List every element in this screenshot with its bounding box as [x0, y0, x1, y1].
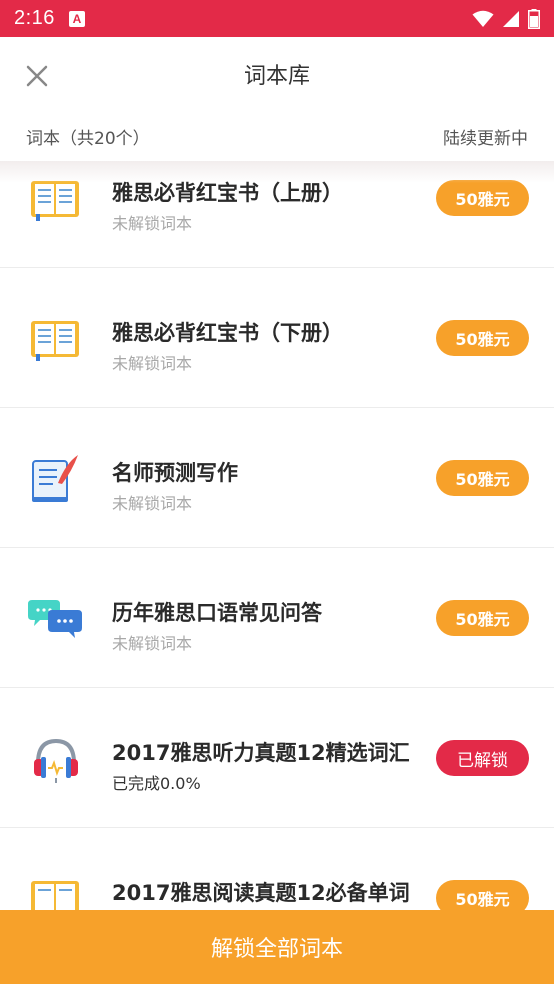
unlock-price-button[interactable]: 50雅元	[436, 320, 529, 356]
wordbook-progress: 已完成0.0%	[112, 774, 201, 793]
wordbook-title: 2017雅思阅读真题12必备单词	[112, 881, 410, 905]
status-icons	[472, 8, 540, 29]
wordbook-count: 词本（共20个）	[26, 128, 150, 149]
wordbook-list-viewport[interactable]: 雅思必背红宝书（上册） 未解锁词本 50雅元 雅思必背红宝书（下册） 未解锁词本…	[0, 161, 554, 910]
book-icon	[31, 181, 79, 221]
wordbook-status: 未解锁词本	[112, 634, 193, 653]
status-bar: 2:16 A	[0, 0, 554, 37]
book-icon	[31, 321, 79, 361]
list-item[interactable]: 名师预测写作 未解锁词本 50雅元	[0, 408, 554, 548]
wordbook-list: 雅思必背红宝书（上册） 未解锁词本 50雅元 雅思必背红宝书（下册） 未解锁词本…	[0, 161, 554, 910]
scroll-shade	[0, 161, 554, 183]
list-item[interactable]: 雅思必背红宝书（下册） 未解锁词本 50雅元	[0, 268, 554, 408]
wifi-icon	[472, 10, 494, 27]
wordbook-title: 历年雅思口语常见问答	[112, 601, 322, 625]
unlock-all-button[interactable]: 解锁全部词本	[0, 910, 554, 984]
page-title: 词本库	[243, 64, 310, 89]
chat-bubbles-icon	[28, 600, 82, 638]
unlock-price-button[interactable]: 50雅元	[436, 880, 529, 910]
status-time: 2:16	[14, 7, 55, 29]
list-item[interactable]: 历年雅思口语常见问答 未解锁词本 50雅元	[0, 548, 554, 688]
wordbook-title: 名师预测写作	[112, 461, 238, 485]
subheader: 词本（共20个） 陆续更新中	[0, 111, 554, 161]
header: 词本库	[0, 37, 554, 111]
headphones-icon	[34, 738, 78, 783]
update-notice: 陆续更新中	[443, 128, 528, 149]
close-icon[interactable]	[22, 61, 52, 91]
unlock-price-button[interactable]: 50雅元	[436, 460, 529, 496]
list-item[interactable]: 2017雅思听力真题12精选词汇 已完成0.0% 已解锁	[0, 688, 554, 828]
signal-icon	[503, 10, 519, 27]
book-icon	[31, 881, 79, 910]
notification-letter: A	[72, 11, 82, 26]
wordbook-status: 未解锁词本	[112, 214, 193, 233]
unlock-price-button[interactable]: 50雅元	[436, 180, 529, 216]
unlocked-badge[interactable]: 已解锁	[436, 740, 529, 776]
screen: 2:16 A 词本库 词本（共20个） 陆续更新中 雅思必背红宝书（上册） 未解…	[0, 0, 554, 984]
notification-icon: A	[68, 10, 85, 27]
wordbook-status: 未解锁词本	[112, 354, 193, 373]
wordbook-status: 未解锁词本	[112, 494, 193, 513]
battery-icon	[528, 8, 540, 29]
unlock-price-button[interactable]: 50雅元	[436, 600, 529, 636]
wordbook-title: 雅思必背红宝书（下册）	[112, 321, 343, 345]
writing-pen-icon	[32, 455, 78, 502]
list-item[interactable]: 2017雅思阅读真题12必备单词 50雅元	[0, 828, 554, 910]
wordbook-title: 2017雅思听力真题12精选词汇	[112, 741, 410, 765]
